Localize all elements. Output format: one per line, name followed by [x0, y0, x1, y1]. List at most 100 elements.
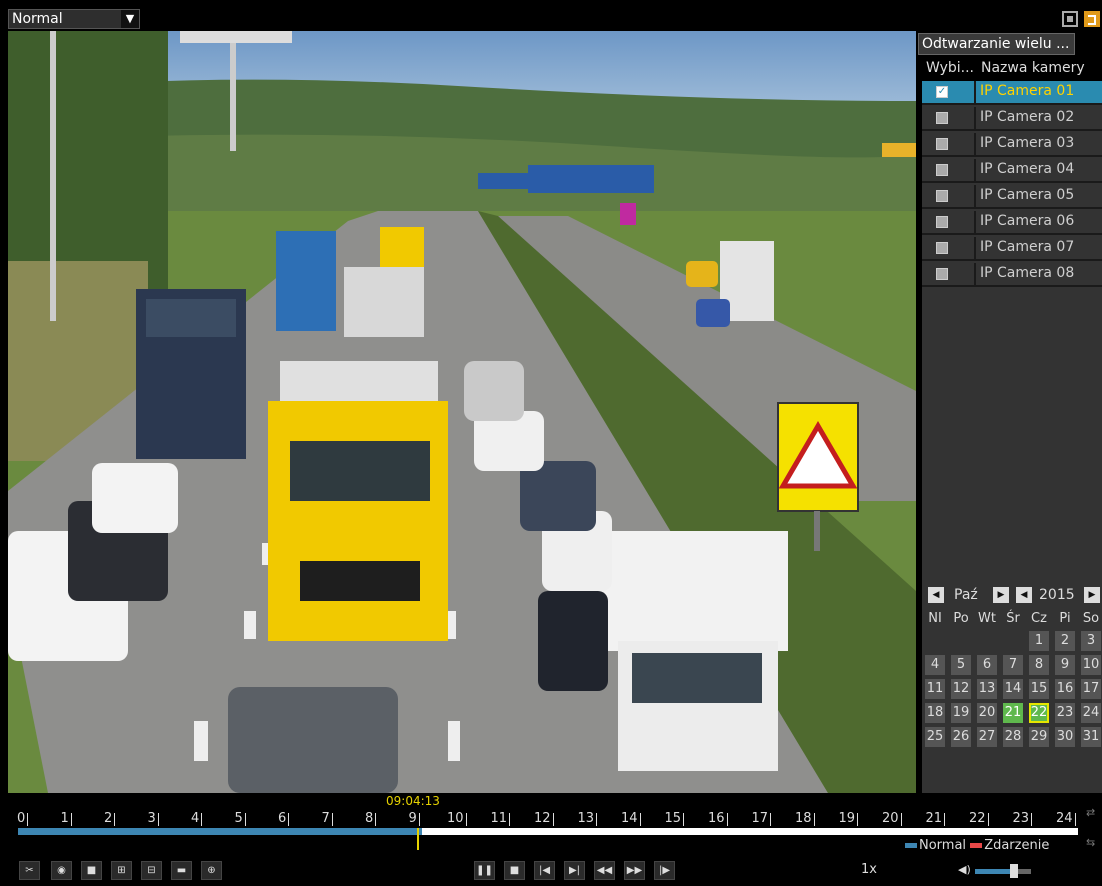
- column-camera-name-header[interactable]: Nazwa kamery: [981, 60, 1085, 76]
- calendar-day[interactable]: 23: [1055, 703, 1075, 723]
- calendar-day[interactable]: 9: [1055, 655, 1075, 675]
- stop-icon[interactable]: ■: [504, 861, 525, 880]
- timeline-recorded-normal: [18, 828, 422, 835]
- calendar-day[interactable]: 4: [925, 655, 945, 675]
- calendar-day[interactable]: 16: [1055, 679, 1075, 699]
- calendar-day[interactable]: 22: [1029, 703, 1049, 723]
- fast-icon[interactable]: ▶▶: [624, 861, 645, 880]
- chevron-down-icon[interactable]: ▼: [121, 10, 139, 28]
- playback-mode-value: Normal: [12, 11, 63, 27]
- calendar-day[interactable]: 15: [1029, 679, 1049, 699]
- calendar-day[interactable]: 2: [1055, 631, 1075, 651]
- clip-icon[interactable]: ✂: [19, 861, 40, 880]
- weekday-header: Wt: [978, 611, 996, 626]
- camera-row[interactable]: IP Camera 07: [922, 237, 1102, 261]
- zoom-in-timeline-icon[interactable]: ⇄: [1086, 806, 1095, 819]
- calendar-day[interactable]: 8: [1029, 655, 1049, 675]
- zoom-out-timeline-icon[interactable]: ⇆: [1086, 836, 1095, 849]
- calendar-day[interactable]: 11: [925, 679, 945, 699]
- camera-checkbox[interactable]: [936, 242, 948, 254]
- camera-checkbox[interactable]: [936, 216, 948, 228]
- calendar-day[interactable]: 20: [977, 703, 997, 723]
- frame-forward-icon[interactable]: |▶: [654, 861, 675, 880]
- calendar-day[interactable]: 13: [977, 679, 997, 699]
- calendar-day[interactable]: 14: [1003, 679, 1023, 699]
- calendar-day[interactable]: 6: [977, 655, 997, 675]
- calendar-day[interactable]: 31: [1081, 727, 1101, 747]
- calendar-day[interactable]: 27: [977, 727, 997, 747]
- calendar-day[interactable]: 24: [1081, 703, 1101, 723]
- camera-row[interactable]: IP Camera 03: [922, 133, 1102, 157]
- next-year-icon[interactable]: ▶: [1084, 587, 1100, 603]
- add-tag-icon[interactable]: ⊞: [111, 861, 132, 880]
- timeline-hour-tick: 18: [795, 811, 815, 826]
- calendar-day[interactable]: 3: [1081, 631, 1101, 651]
- volume-icon[interactable]: ◀): [958, 863, 971, 876]
- camera-name: IP Camera 02: [980, 109, 1075, 125]
- volume-knob[interactable]: [1010, 864, 1019, 878]
- playback-mode-select[interactable]: Normal ▼: [8, 9, 140, 29]
- slow-icon[interactable]: ◀◀: [594, 861, 615, 880]
- column-select-header[interactable]: Wybi...: [926, 60, 974, 76]
- custom-tag-icon[interactable]: ⊟: [141, 861, 162, 880]
- column-divider: [974, 185, 976, 207]
- weekday-header: Cz: [1031, 611, 1047, 626]
- camera-checkbox[interactable]: [936, 164, 948, 176]
- calendar-day[interactable]: 7: [1003, 655, 1023, 675]
- camera-checkbox[interactable]: [936, 112, 948, 124]
- video-frame: [8, 31, 916, 793]
- calendar-day[interactable]: 26: [951, 727, 971, 747]
- calendar-day[interactable]: 17: [1081, 679, 1101, 699]
- camera-row[interactable]: IP Camera 05: [922, 185, 1102, 209]
- camera-row[interactable]: IP Camera 02: [922, 107, 1102, 131]
- timeline-hour-tick: 4: [191, 811, 203, 826]
- calendar-day[interactable]: 10: [1081, 655, 1101, 675]
- step-back-icon[interactable]: |◀: [534, 861, 555, 880]
- camera-checkbox[interactable]: ✓: [936, 86, 948, 98]
- camera-row[interactable]: IP Camera 04: [922, 159, 1102, 183]
- video-playback-view[interactable]: [8, 31, 916, 793]
- column-divider: [974, 263, 976, 285]
- calendar-day[interactable]: 1: [1029, 631, 1049, 651]
- timeline-cursor[interactable]: [417, 828, 419, 850]
- weekday-header: NI: [928, 611, 942, 626]
- timeline-hour-tick: 21: [925, 811, 945, 826]
- calendar-day[interactable]: 21: [1003, 703, 1023, 723]
- step-forward-icon[interactable]: ▶|: [564, 861, 585, 880]
- lock-icon[interactable]: ■: [81, 861, 102, 880]
- calendar-day[interactable]: 5: [951, 655, 971, 675]
- calendar-day[interactable]: 19: [951, 703, 971, 723]
- camera-checkbox[interactable]: [936, 268, 948, 280]
- timeline-hour-tick: 23: [1012, 811, 1032, 826]
- fullscreen-icon[interactable]: [1062, 11, 1078, 27]
- tag-manage-icon[interactable]: ▬: [171, 861, 192, 880]
- calendar-day[interactable]: 29: [1029, 727, 1049, 747]
- camera-checkbox[interactable]: [936, 190, 948, 202]
- calendar-day[interactable]: 25: [925, 727, 945, 747]
- zoom-icon[interactable]: ⊕: [201, 861, 222, 880]
- camera-checkbox[interactable]: [936, 138, 948, 150]
- calendar-day[interactable]: 18: [925, 703, 945, 723]
- timeline-hour-tick: 16: [708, 811, 728, 826]
- next-month-icon[interactable]: ▶: [993, 587, 1009, 603]
- calendar-day[interactable]: 28: [1003, 727, 1023, 747]
- calendar-day[interactable]: 30: [1055, 727, 1075, 747]
- legend-event-label: Zdarzenie: [984, 838, 1050, 853]
- prev-year-icon[interactable]: ◀: [1016, 587, 1032, 603]
- calendar-day[interactable]: 12: [951, 679, 971, 699]
- timeline[interactable]: 09:04:13 0 1 2 3 4 5 6 7 8 9 10 11 12 13 14 15 16 17 18 19 2…: [8, 794, 1080, 856]
- timeline-hour-tick: 22: [969, 811, 989, 826]
- snapshot-icon[interactable]: ◉: [51, 861, 72, 880]
- pause-icon[interactable]: ❚❚: [474, 861, 495, 880]
- camera-row[interactable]: ✓ IP Camera 01: [922, 81, 1102, 105]
- calendar: ◀ Paź ▶ ◀ 2015 ▶ NI Po Wt Śr Cz Pi So 1 2 3 4 5 6 7 8 9…: [922, 582, 1102, 793]
- camera-row[interactable]: IP Camera 06: [922, 211, 1102, 235]
- timeline-current-time: 09:04:13: [386, 794, 440, 808]
- top-bar: Normal ▼: [0, 0, 1102, 30]
- timeline-hour-tick: 24: [1056, 811, 1076, 826]
- multi-playback-button[interactable]: Odtwarzanie wielu ...: [918, 33, 1075, 55]
- prev-month-icon[interactable]: ◀: [928, 587, 944, 603]
- timeline-hour-tick: 9: [408, 811, 421, 826]
- exit-icon[interactable]: [1084, 11, 1100, 27]
- camera-row[interactable]: IP Camera 08: [922, 263, 1102, 287]
